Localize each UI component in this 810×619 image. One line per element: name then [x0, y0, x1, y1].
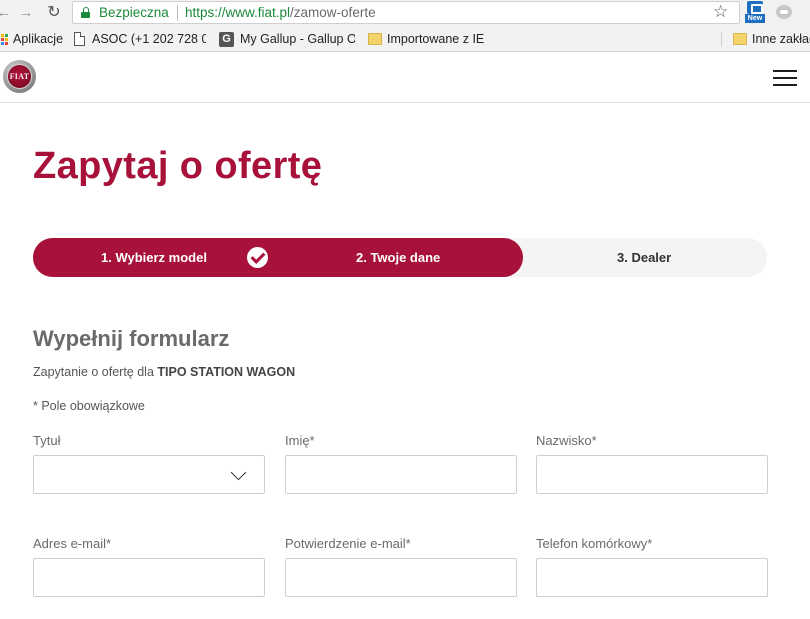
url-base: https://www.fiat.pl [185, 5, 291, 20]
bookmark-gallup[interactable]: G My Gallup - Gallup Or [219, 31, 355, 48]
bookmark-label: Inne zakład [752, 32, 810, 46]
hamburger-menu-icon[interactable] [773, 70, 797, 87]
page-icon [74, 32, 85, 46]
folder-icon [368, 33, 382, 45]
bookmark-other[interactable]: Inne zakład [733, 31, 810, 48]
step-3-label: 3. Dealer [617, 250, 672, 265]
mobile-label: Telefon komórkowy* [536, 536, 653, 551]
first-name-input[interactable] [285, 455, 517, 494]
folder-icon [733, 33, 747, 45]
last-name-label: Nazwisko* [536, 433, 597, 448]
bookmark-label: Aplikacje [13, 32, 64, 46]
step-1-label[interactable]: 1. Wybierz model [101, 238, 207, 277]
url-path: /zamow-oferte [290, 5, 376, 20]
browser-toolbar: ← → ↻ Bezpieczna https://www.fiat.pl/zam… [0, 0, 810, 27]
logo-text: FIAT [9, 72, 30, 81]
mobile-input[interactable] [536, 558, 768, 597]
bookmarks-bar: Aplikacje ASOC (+1 202 728 06 G My Gallu… [0, 27, 810, 52]
bookmark-divider [721, 32, 722, 47]
first-name-label: Imię* [285, 433, 315, 448]
offer-model: TIPO STATION WAGON [157, 365, 296, 379]
email-input[interactable] [33, 558, 265, 597]
email-confirm-label: Potwierdzenie e-mail* [285, 536, 411, 551]
url-separator [177, 5, 178, 21]
progress-stepper: 1. Wybierz model 2. Twoje dane 3. Dealer [33, 238, 767, 277]
lock-icon [81, 7, 90, 18]
secure-label: Bezpieczna [99, 5, 169, 20]
chevron-down-icon [230, 464, 247, 481]
address-bar[interactable]: Bezpieczna https://www.fiat.pl/zamow-ofe… [72, 1, 740, 24]
title-label: Tytuł [33, 433, 61, 448]
extension-badge: New [745, 14, 765, 23]
form-title: Wypełnij formularz [33, 326, 230, 351]
page-title: Zapytaj o ofertę [33, 145, 323, 187]
last-name-input[interactable] [536, 455, 768, 494]
required-note: * Pole obowiązkowe [33, 399, 145, 413]
apps-icon [0, 34, 9, 46]
forward-icon[interactable]: → [16, 3, 36, 23]
bookmark-asoc[interactable]: ASOC (+1 202 728 06 [74, 31, 206, 48]
bookmark-label: ASOC (+1 202 728 06 [92, 32, 206, 46]
site-header: FIAT [0, 53, 810, 103]
check-icon [247, 247, 268, 268]
bookmark-label: My Gallup - Gallup Or [240, 32, 355, 46]
g-icon: G [219, 32, 234, 47]
extension-new-icon[interactable]: New [745, 1, 765, 23]
offer-model-line: Zapytanie o ofertę dla TIPO STATION WAGO… [33, 365, 295, 379]
offer-prefix: Zapytanie o ofertę dla [33, 365, 154, 379]
email-confirm-input[interactable] [285, 558, 517, 597]
extension-icon[interactable] [776, 5, 792, 19]
fiat-logo[interactable]: FIAT [3, 60, 36, 93]
email-label: Adres e-mail* [33, 536, 112, 551]
title-select[interactable] [33, 455, 265, 494]
back-icon[interactable]: ← [0, 3, 14, 23]
bookmark-label: Importowane z IE [387, 32, 485, 46]
step-2-label: 2. Twoje dane [356, 250, 441, 265]
bookmark-star-icon[interactable]: ☆ [713, 2, 728, 22]
reload-icon[interactable]: ↻ [44, 3, 64, 23]
url-text: https://www.fiat.pl/zamow-oferte [185, 2, 376, 23]
